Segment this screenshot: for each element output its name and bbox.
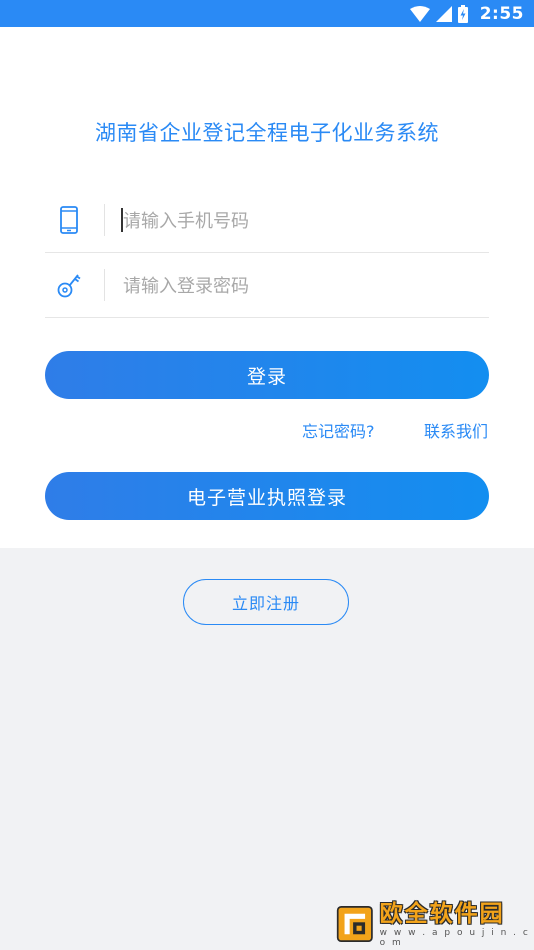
phone-icon bbox=[60, 206, 78, 234]
password-input[interactable] bbox=[121, 265, 485, 307]
key-icon bbox=[57, 274, 81, 298]
status-bar: 2:55 bbox=[0, 0, 534, 27]
battery-icon bbox=[457, 4, 468, 23]
license-login-button[interactable]: 电子营业执照登录 bbox=[45, 472, 489, 520]
status-icons: 2:55 bbox=[409, 0, 524, 27]
text-cursor bbox=[121, 208, 123, 232]
password-field bbox=[45, 253, 489, 318]
watermark-title: 欧全软件园 bbox=[379, 901, 505, 927]
watermark: 欧全软件园 w w w . a p o u j i n . c o m bbox=[336, 900, 532, 948]
login-button[interactable]: 登录 bbox=[45, 351, 489, 399]
signal-icon bbox=[435, 5, 452, 22]
status-time: 2:55 bbox=[479, 3, 524, 24]
watermark-logo-icon bbox=[336, 906, 373, 942]
wifi-icon bbox=[409, 5, 430, 22]
phone-field bbox=[45, 188, 489, 253]
field-divider bbox=[104, 269, 105, 301]
phone-input[interactable] bbox=[121, 200, 485, 242]
contact-us-link[interactable]: 联系我们 bbox=[424, 418, 488, 442]
app-title: 湖南省企业登记全程电子化业务系统 bbox=[95, 121, 439, 145]
register-button[interactable]: 立即注册 bbox=[183, 579, 349, 625]
watermark-url: w w w . a p o u j i n . c o m bbox=[379, 928, 530, 948]
forgot-password-link[interactable]: 忘记密码? bbox=[302, 418, 375, 442]
field-divider bbox=[104, 204, 105, 236]
